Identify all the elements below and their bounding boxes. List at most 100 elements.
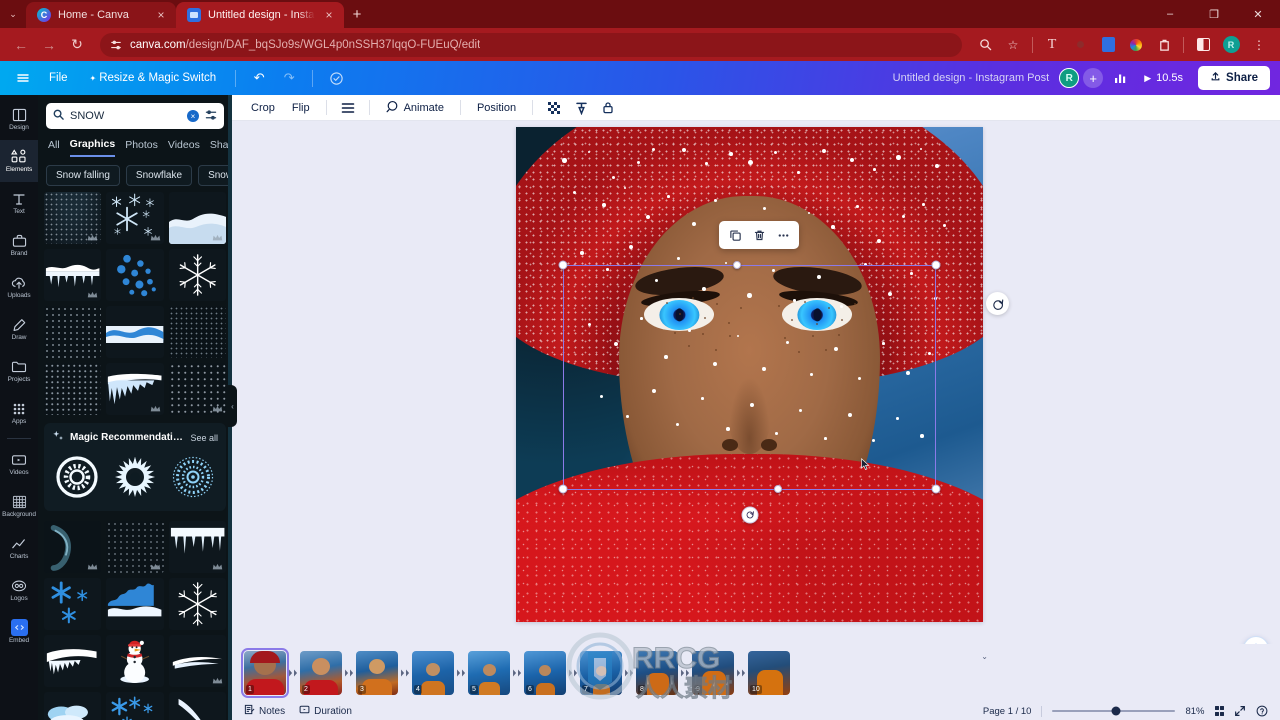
clear-search-icon[interactable]: × — [187, 110, 199, 122]
extension-outline-icon[interactable] — [1151, 32, 1177, 58]
filmstrip-page-2[interactable]: 2 — [300, 651, 342, 695]
refresh-design-button[interactable] — [986, 292, 1009, 315]
magic-see-all-link[interactable]: See all — [190, 433, 218, 443]
grid-view-icon[interactable] — [1214, 706, 1224, 716]
filmstrip-page-4[interactable]: 4 — [412, 651, 454, 695]
file-menu-button[interactable]: File — [40, 68, 77, 88]
element-thumb[interactable] — [106, 521, 164, 573]
element-thumb[interactable] — [44, 192, 102, 244]
selection-handle-bm[interactable] — [774, 485, 782, 493]
tab-all[interactable]: All — [48, 139, 60, 156]
tabstrip-chevron-icon[interactable]: ⌄ — [0, 1, 26, 27]
sidebar-item-elements[interactable]: Elements — [0, 140, 38, 182]
sidebar-item-projects[interactable]: Projects — [0, 350, 38, 392]
sidebar-item-embed[interactable]: Embed — [0, 611, 38, 653]
transition-icon[interactable] — [678, 669, 692, 677]
forward-icon[interactable]: → — [36, 32, 62, 58]
search-input[interactable]: SNOW — [70, 110, 181, 122]
chip-snowflake[interactable]: Snowflake — [125, 165, 193, 186]
browser-tab-design[interactable]: Untitled design - Instagram Po × — [176, 2, 344, 28]
sidebar-item-videos[interactable]: Videos — [0, 443, 38, 485]
back-icon[interactable]: ← — [8, 32, 34, 58]
search-box[interactable]: SNOW × — [46, 103, 224, 129]
transparency-icon[interactable] — [542, 97, 566, 119]
lock-icon[interactable] — [596, 97, 620, 119]
minimize-icon[interactable]: – — [1148, 0, 1192, 28]
filmstrip-chevron-icon[interactable]: ⌄ — [981, 652, 988, 661]
element-thumb[interactable] — [168, 635, 226, 687]
tab-photos[interactable]: Photos — [125, 139, 158, 156]
share-button[interactable]: Share — [1198, 66, 1270, 90]
canvas-stage[interactable] — [232, 121, 1280, 720]
rotate-handle[interactable] — [741, 506, 759, 524]
resize-magic-switch-button[interactable]: ✦ Resize & Magic Switch — [81, 68, 226, 88]
extension-color-icon[interactable] — [1123, 32, 1149, 58]
sidebar-item-charts[interactable]: Charts — [0, 527, 38, 569]
tab-videos[interactable]: Videos — [168, 139, 200, 156]
element-thumb[interactable] — [106, 192, 164, 244]
filmstrip-page-7[interactable]: 7 — [580, 651, 622, 695]
element-thumb[interactable] — [168, 363, 226, 415]
sidebar-item-draw[interactable]: Draw — [0, 308, 38, 350]
element-thumb[interactable] — [106, 306, 164, 358]
filmstrip-page-10[interactable]: 10 — [748, 651, 790, 695]
sidebar-item-apps[interactable]: Apps — [0, 392, 38, 434]
new-tab-button[interactable]: + — [344, 1, 370, 27]
align-lines-icon[interactable] — [336, 97, 360, 119]
collapse-panel-button[interactable]: ‹ — [228, 385, 237, 427]
element-thumb[interactable] — [168, 192, 226, 244]
selection-handle-br[interactable] — [931, 484, 941, 494]
browser-tab-home[interactable]: Home - Canva × — [26, 2, 176, 28]
transition-icon[interactable] — [286, 669, 300, 677]
element-thumb[interactable] — [44, 363, 102, 415]
element-thumb[interactable] — [168, 692, 226, 720]
close-tab-icon[interactable]: × — [322, 9, 336, 21]
sidebar-item-logos[interactable]: Logos — [0, 569, 38, 611]
zoom-slider[interactable] — [1052, 706, 1176, 716]
duration-button[interactable]: Duration — [299, 704, 352, 718]
flip-button[interactable]: Flip — [285, 98, 317, 118]
undo-icon[interactable]: ↶ — [246, 65, 272, 91]
element-thumb[interactable] — [106, 363, 164, 415]
element-thumb[interactable] — [44, 692, 102, 720]
element-thumb[interactable] — [106, 249, 164, 301]
element-thumb[interactable] — [44, 249, 102, 301]
zoom-slider-knob[interactable] — [1111, 706, 1121, 716]
filmstrip-page-3[interactable]: 3 — [356, 651, 398, 695]
collaborator-avatar[interactable]: R — [1059, 68, 1080, 88]
element-thumb[interactable] — [44, 578, 102, 630]
animate-button[interactable]: Animate — [379, 96, 451, 120]
more-dots-icon[interactable] — [772, 225, 794, 245]
selection-handle-tr[interactable] — [931, 260, 941, 270]
transition-icon[interactable] — [510, 669, 524, 677]
redo-icon[interactable]: ↷ — [276, 65, 302, 91]
add-collaborator-button[interactable]: + — [1083, 68, 1104, 88]
duplicate-icon[interactable] — [724, 225, 746, 245]
crop-button[interactable]: Crop — [244, 98, 282, 118]
zoom-search-icon[interactable] — [972, 32, 998, 58]
notes-button[interactable]: Notes — [244, 704, 285, 718]
translate-icon[interactable]: T — [1039, 32, 1065, 58]
trash-icon[interactable] — [748, 225, 770, 245]
element-thumb[interactable] — [106, 578, 164, 630]
chip-snow-falling[interactable]: Snow falling — [46, 165, 120, 186]
extension-blue-icon[interactable] — [1095, 32, 1121, 58]
insights-chart-icon[interactable] — [1107, 65, 1133, 91]
reload-icon[interactable]: ↻ — [64, 32, 90, 58]
side-panel-icon[interactable] — [1190, 32, 1216, 58]
help-circle-icon[interactable] — [1256, 705, 1268, 717]
selection-handle-tl[interactable] — [558, 260, 568, 270]
close-window-icon[interactable]: ✕ — [1236, 0, 1280, 28]
sidebar-item-design[interactable]: Design — [0, 98, 38, 140]
transition-icon[interactable] — [734, 669, 748, 677]
element-thumb[interactable] — [44, 635, 102, 687]
bookmark-star-icon[interactable]: ☆ — [1000, 32, 1026, 58]
filmstrip-page-8[interactable]: 8 — [636, 651, 678, 695]
element-thumb[interactable] — [168, 521, 226, 573]
sidebar-item-uploads[interactable]: Uploads — [0, 266, 38, 308]
preview-duration-button[interactable]: ▶ 10.5s — [1137, 69, 1190, 87]
sidebar-item-brand[interactable]: Brand — [0, 224, 38, 266]
sidebar-item-text[interactable]: Text — [0, 182, 38, 224]
transition-icon[interactable] — [566, 669, 580, 677]
magic-item-2[interactable] — [110, 452, 161, 502]
